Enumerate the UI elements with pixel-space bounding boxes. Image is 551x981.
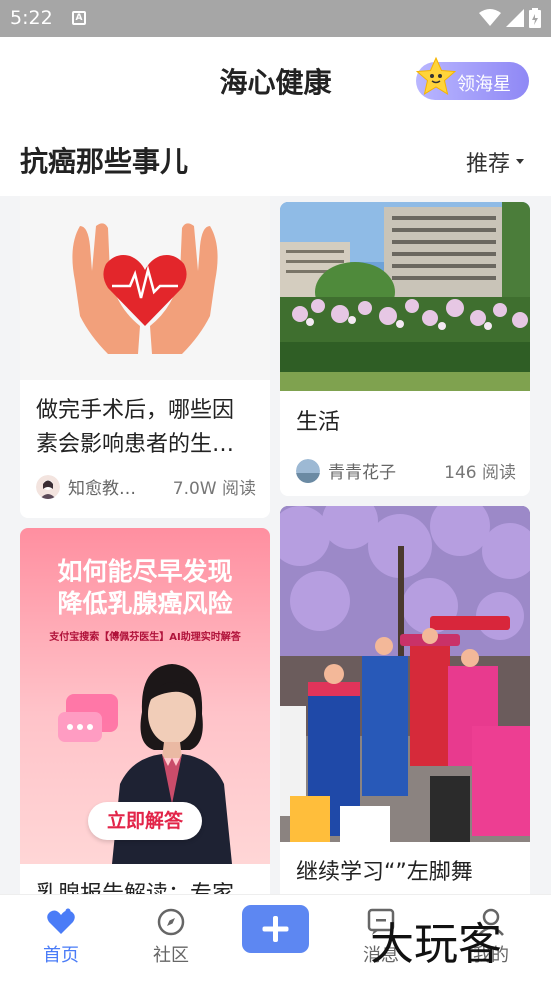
sort-dropdown[interactable]: 推荐 <box>466 146 525 178</box>
tab-home[interactable]: 首页 <box>21 907 101 967</box>
promo-subtitle: 支付宝搜索【傅佩芬医生】AI助理实时解答 <box>49 632 241 643</box>
status-time: 5:22 <box>10 7 53 29</box>
heart-icon <box>47 908 75 934</box>
garden-building-photo <box>280 202 530 391</box>
festival-dance-photo <box>280 506 530 842</box>
post-card[interactable]: 生活 青青花子 146 阅读 <box>280 202 530 496</box>
post-card[interactable]: 如何能尽早发现 降低乳腺癌风险 支付宝搜索【傅佩芬医生】AI助理实时解答 立即解… <box>20 528 270 894</box>
promo-answer-button[interactable]: 立即解答 <box>88 802 202 840</box>
post-title-line: 做完手术后，哪些因 <box>36 398 235 423</box>
post-card[interactable]: 做完手术后，哪些因 素会影响患者的生… 知愈教… 7.0W 阅读 <box>20 196 270 518</box>
plus-icon <box>262 916 289 942</box>
post-image: 如何能尽早发现 降低乳腺癌风险 支付宝搜索【傅佩芬医生】AI助理实时解答 立即解… <box>20 528 270 864</box>
section-bar: 抗癌那些事儿 推荐 <box>0 123 551 196</box>
caret-down-icon <box>516 159 525 164</box>
post-feed[interactable]: 做完手术后，哪些因 素会影响患者的生… 知愈教… 7.0W 阅读 生活 青青花子… <box>0 196 551 894</box>
collect-stars-label: 领海星 <box>457 74 511 95</box>
avatar[interactable] <box>296 458 320 483</box>
post-title: 生活 <box>296 410 341 435</box>
post-title-line: 素会影响患者的生… <box>36 432 235 457</box>
signal-icon <box>506 9 524 27</box>
status-indicators <box>479 8 541 28</box>
post-image <box>280 506 530 842</box>
tab-label: 首页 <box>43 945 79 966</box>
add-post-button[interactable] <box>242 905 309 953</box>
author-name[interactable]: 青青花子 <box>328 458 444 483</box>
status-bar: 5:22 A <box>0 0 551 37</box>
post-title: 乳腺报告解读：专家 <box>36 878 234 894</box>
wifi-icon <box>479 9 501 26</box>
sort-label: 推荐 <box>466 152 511 177</box>
section-title: 抗癌那些事儿 <box>20 145 189 178</box>
tab-community[interactable]: 社区 <box>131 907 211 967</box>
compass-icon <box>157 908 185 936</box>
post-meta: 青青花子 146 阅读 <box>296 458 516 483</box>
post-image <box>20 196 270 380</box>
hands-heart-illustration <box>20 196 270 380</box>
post-meta: 知愈教… 7.0W 阅读 <box>36 474 256 499</box>
app-header: 海心健康 领海星 <box>0 37 551 123</box>
post-image <box>280 202 530 391</box>
promo-heading-line: 降低乳腺癌风险 <box>57 589 233 618</box>
sim-icon: A <box>72 11 86 25</box>
collect-stars-button[interactable]: 领海星 <box>416 56 529 100</box>
avatar[interactable] <box>36 474 60 499</box>
promo-heading: 如何能尽早发现 降低乳腺癌风险 <box>20 556 270 620</box>
tab-label: 社区 <box>153 945 189 966</box>
promo-heading-line: 如何能尽早发现 <box>57 557 233 586</box>
battery-icon <box>529 8 541 28</box>
author-name[interactable]: 知愈教… <box>68 474 173 499</box>
post-title: 做完手术后，哪些因 素会影响患者的生… <box>36 394 234 462</box>
read-count: 7.0W 阅读 <box>172 479 256 499</box>
watermark-logo: 大玩客 <box>370 919 502 970</box>
read-count: 146 阅读 <box>444 463 516 483</box>
post-title: 继续学习“”左脚舞 <box>296 860 473 885</box>
post-card[interactable]: 继续学习“”左脚舞 <box>280 506 530 894</box>
star-mascot-icon <box>416 56 456 96</box>
